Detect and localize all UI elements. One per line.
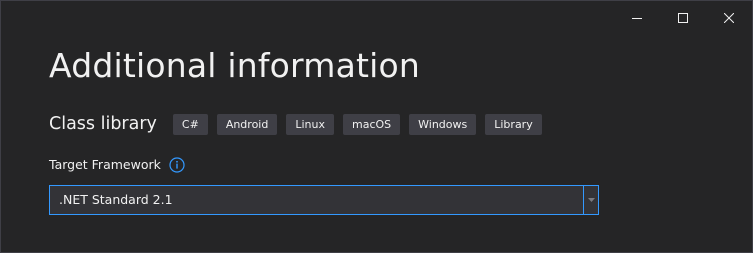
template-summary: Class library C# Android Linux macOS Win… xyxy=(49,111,551,137)
target-framework-label-row: Target Framework xyxy=(49,155,185,175)
target-framework-select[interactable]: .NET Standard 2.1 xyxy=(49,185,599,215)
minimize-icon xyxy=(632,18,642,19)
additional-information-dialog: Additional information Class library C# … xyxy=(0,0,753,253)
tag-library: Library xyxy=(485,113,542,135)
minimize-button[interactable] xyxy=(614,1,660,35)
dropdown-button[interactable] xyxy=(583,186,598,214)
tag-windows: Windows xyxy=(409,113,477,135)
tag-android: Android xyxy=(216,113,278,135)
tag-linux: Linux xyxy=(286,113,334,135)
template-name: Class library xyxy=(49,114,157,134)
window-controls xyxy=(614,1,752,35)
maximize-icon xyxy=(678,13,688,23)
tag-csharp: C# xyxy=(172,113,208,135)
target-framework-label: Target Framework xyxy=(49,157,161,172)
chevron-down-icon xyxy=(587,198,595,202)
info-icon[interactable] xyxy=(169,157,185,173)
tag-macos: macOS xyxy=(342,113,401,135)
page-title: Additional information xyxy=(49,46,421,85)
info-icon-graphic xyxy=(169,157,185,173)
close-icon xyxy=(724,13,734,23)
target-framework-value: .NET Standard 2.1 xyxy=(59,192,173,207)
maximize-button[interactable] xyxy=(660,1,706,35)
close-button[interactable] xyxy=(706,1,752,35)
